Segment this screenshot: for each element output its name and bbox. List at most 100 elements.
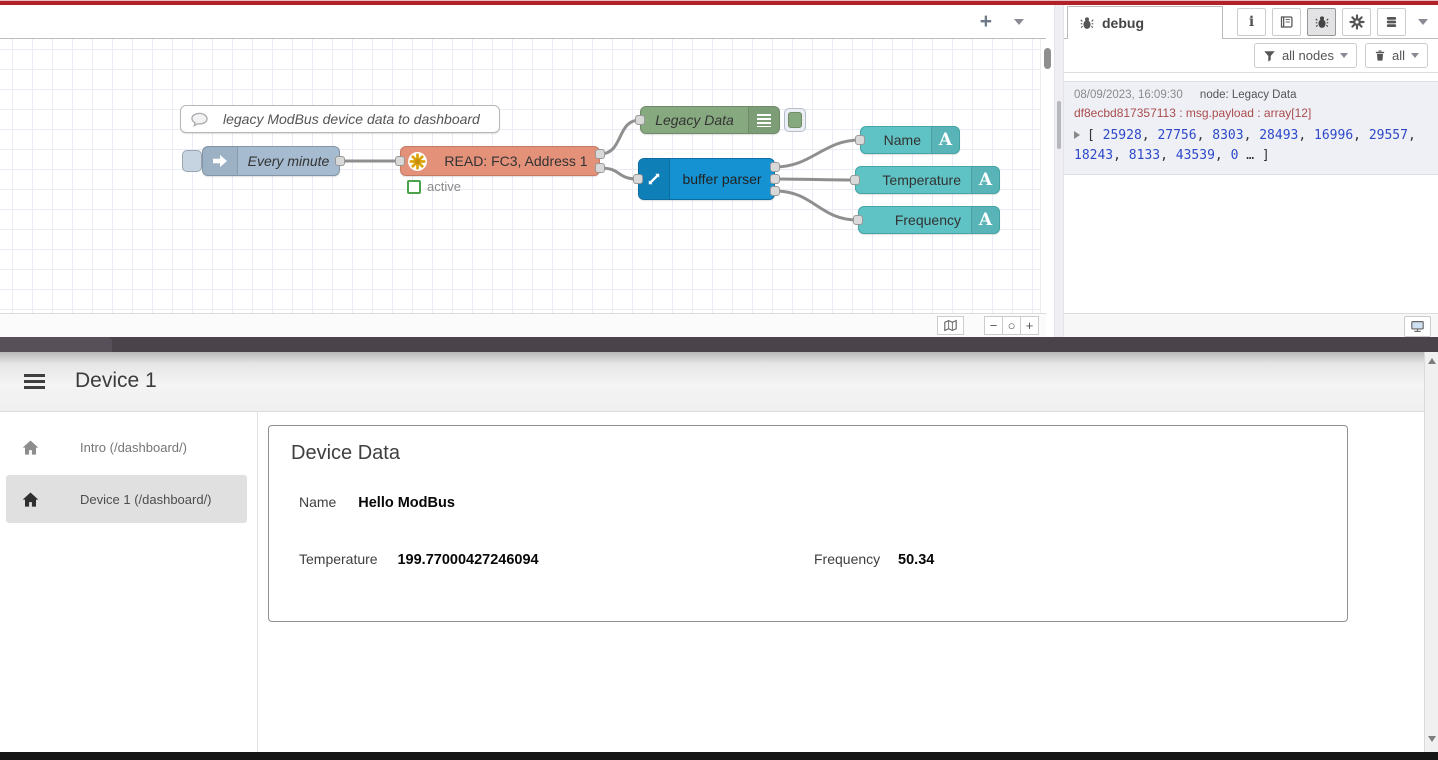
storage-icon (1384, 15, 1399, 29)
comment-label: legacy ModBus device data to dashboard (217, 106, 499, 132)
dashboard-title: Device 1 (75, 369, 157, 393)
port[interactable] (633, 174, 643, 184)
sidebar-tab-buttons: i (1223, 8, 1438, 36)
screen: + legacy ModBus device data to d (0, 0, 1438, 760)
modbus-read-label: READ: FC3, Address 1 (433, 147, 599, 175)
port[interactable] (595, 149, 605, 159)
text-A-icon: A (931, 127, 959, 153)
flow-list-caret-icon[interactable] (1014, 19, 1024, 25)
debug-tab-button[interactable] (1307, 8, 1336, 36)
info-icon: i (1249, 14, 1254, 30)
zoom-reset-button[interactable]: ○ (1002, 316, 1021, 335)
text-A-icon: A (971, 207, 999, 233)
buffer-parser-node[interactable]: buffer parser (638, 158, 775, 200)
zoom-out-button[interactable]: − (984, 316, 1003, 335)
nav-item-device-1[interactable]: Device 1 (/dashboard/) (6, 475, 247, 523)
buffer-expand-icon (639, 159, 670, 199)
field-name: Name Hello ModBus (299, 494, 455, 511)
payload-close-bracket: ] (1262, 148, 1270, 163)
splitter-thumb[interactable] (1057, 101, 1061, 149)
dashboard-window: Device 1 Intro (/dashboard/) Device 1 (/… (0, 352, 1438, 752)
nav-item-intro[interactable]: Intro (/dashboard/) (6, 423, 247, 471)
ui-text-node-name[interactable]: Name A (860, 126, 960, 154)
payload-open-bracket: [ (1087, 128, 1095, 143)
inject-node[interactable]: Every minute (202, 146, 340, 176)
debug-filter-label: all nodes (1282, 48, 1334, 63)
sidebar-menu-caret-icon[interactable] (1418, 19, 1428, 25)
info-tab-button[interactable]: i (1237, 8, 1266, 36)
card-title: Device Data (291, 442, 400, 465)
debug-message-list[interactable]: 08/09/2023, 16:09:30 node: Legacy Data d… (1064, 73, 1438, 313)
caret-down-icon (1340, 53, 1348, 58)
config-tab-button[interactable] (1342, 8, 1371, 36)
debug-toggle-button[interactable] (784, 108, 806, 132)
workspace-footer: − ○ + (0, 313, 1046, 337)
dashboard-window-titlebar[interactable] (0, 337, 1438, 352)
navigator-button[interactable] (937, 316, 964, 335)
context-tab-button[interactable] (1377, 8, 1406, 36)
scroll-down-arrow-icon[interactable] (1428, 736, 1436, 742)
caret-down-icon (1411, 53, 1419, 58)
debug-toggle-state (788, 112, 802, 128)
inject-button[interactable] (182, 150, 202, 172)
field-name-label: Name (299, 494, 336, 510)
zoom-in-button[interactable]: + (1020, 316, 1039, 335)
status-ring-icon (407, 180, 421, 194)
dashboard-scrollbar[interactable] (1424, 352, 1438, 752)
node-red-editor: + legacy ModBus device data to d (0, 0, 1438, 337)
debug-filter-button[interactable]: all nodes (1254, 43, 1357, 68)
nav-item-label: Device 1 (/dashboard/) (80, 492, 212, 507)
field-temperature-label: Temperature (299, 551, 378, 567)
sidebar-splitter[interactable] (1054, 5, 1064, 337)
open-debug-window-button[interactable] (1404, 316, 1431, 337)
expand-caret-icon[interactable] (1074, 131, 1080, 139)
gear-icon (1349, 14, 1365, 30)
debug-sidebar: debug i (1064, 5, 1438, 337)
flow-tabbar[interactable]: + (0, 5, 1046, 39)
book-icon (1279, 15, 1294, 29)
comment-bubble-icon (181, 106, 217, 132)
wire (775, 140, 860, 167)
ui-text-node-frequency[interactable]: Frequency A (858, 206, 1000, 234)
debug-message[interactable]: 08/09/2023, 16:09:30 node: Legacy Data d… (1064, 81, 1438, 175)
debug-timestamp: 08/09/2023, 16:09:30 (1074, 89, 1183, 101)
port[interactable] (770, 162, 780, 172)
wire (775, 179, 855, 180)
port[interactable] (853, 215, 863, 225)
scrollbar-thumb[interactable] (1044, 48, 1051, 69)
filter-funnel-icon (1263, 50, 1276, 62)
port[interactable] (770, 186, 780, 196)
debug-node[interactable]: Legacy Data (640, 106, 780, 134)
dashboard-toolbar: Device 1 (0, 352, 1438, 412)
inject-label: Every minute (238, 147, 339, 175)
debug-payload-numbers: 25928, 27756, 8303, 28493, 16996, 29557,… (1074, 128, 1416, 163)
ui-text-node-temperature[interactable]: Temperature A (855, 166, 1000, 194)
modbus-read-node[interactable]: READ: FC3, Address 1 (400, 146, 600, 176)
scroll-up-arrow-icon[interactable] (1428, 358, 1436, 364)
port[interactable] (850, 175, 860, 185)
add-flow-button[interactable]: + (976, 12, 996, 32)
debug-message-payload[interactable]: [ 25928, 27756, 8303, 28493, 16996, 2955… (1074, 126, 1428, 165)
port[interactable] (395, 156, 405, 166)
comment-node[interactable]: legacy ModBus device data to dashboard (180, 105, 500, 133)
workspace-vertical-scrollbar[interactable] (1040, 39, 1054, 313)
flow-canvas[interactable]: legacy ModBus device data to dashboard E… (0, 39, 1040, 313)
tab-debug[interactable]: debug (1067, 6, 1223, 39)
port[interactable] (855, 135, 865, 145)
bottom-edge (0, 752, 1438, 760)
buffer-parser-label: buffer parser (670, 159, 774, 199)
help-tab-button[interactable] (1272, 8, 1301, 36)
hamburger-menu-icon[interactable] (24, 374, 45, 390)
status-text: active (427, 179, 461, 194)
port[interactable] (770, 174, 780, 184)
port[interactable] (635, 115, 645, 125)
inject-arrow-icon (203, 147, 238, 175)
debug-source-node: node: Legacy Data (1200, 89, 1297, 101)
tab-debug-label: debug (1102, 15, 1144, 31)
field-frequency: Frequency 50.34 (814, 551, 934, 568)
port[interactable] (595, 163, 605, 173)
port[interactable] (335, 156, 345, 166)
debug-clear-button[interactable]: all (1365, 43, 1428, 68)
node-status: active (407, 179, 461, 194)
field-temperature-value: 199.77000427246094 (397, 552, 538, 568)
